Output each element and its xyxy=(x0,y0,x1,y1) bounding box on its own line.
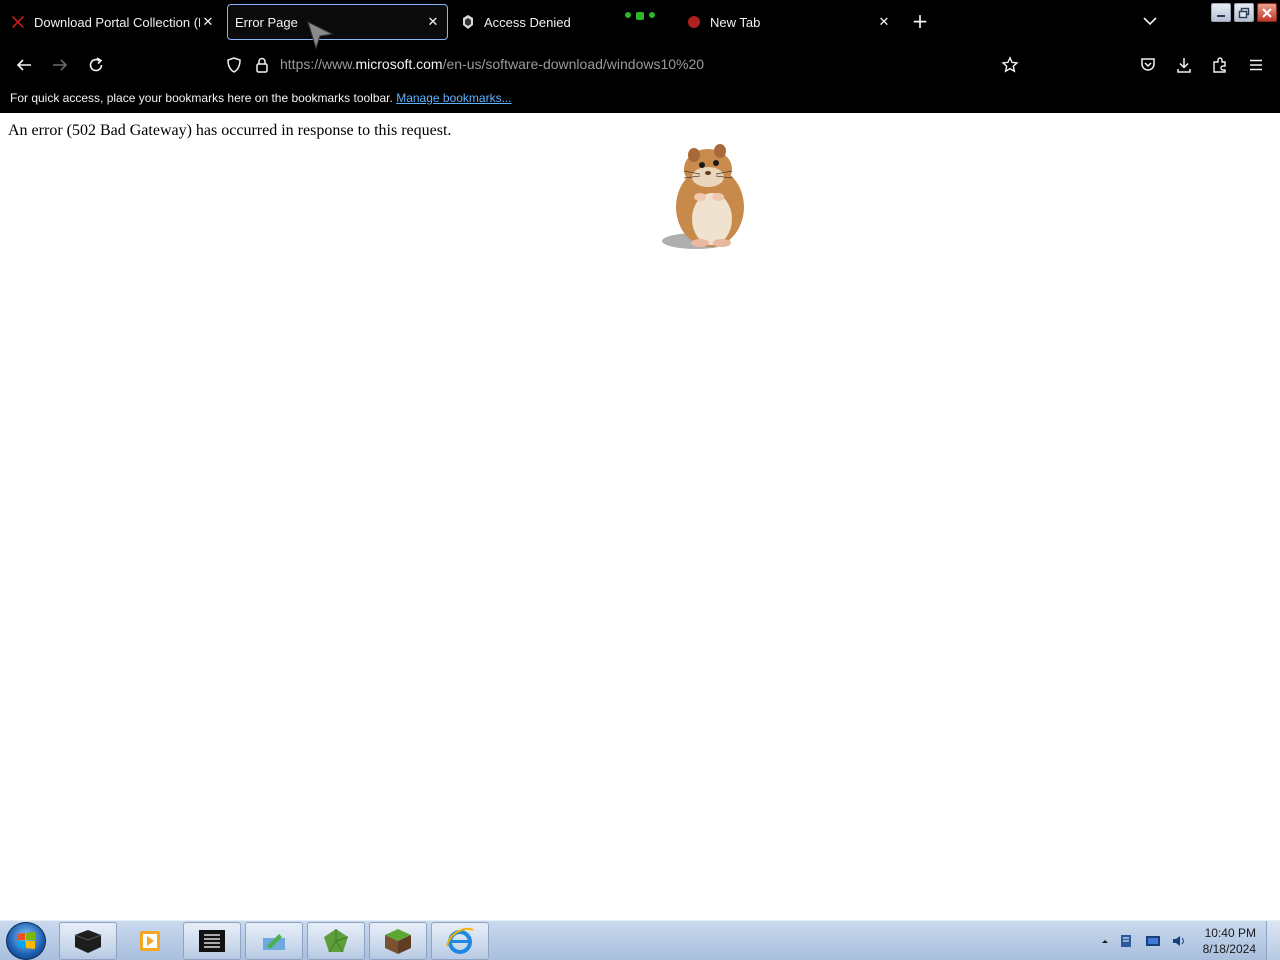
drag-handle-icon[interactable] xyxy=(624,6,656,20)
forward-arrow-icon xyxy=(53,59,68,71)
downloads-icon[interactable] xyxy=(1172,53,1196,77)
taskbar-media-player-app[interactable] xyxy=(121,922,179,960)
bookmarks-toolbar: For quick access, place your bookmarks h… xyxy=(0,86,1280,113)
hamster-image xyxy=(662,144,744,249)
forward-button[interactable] xyxy=(48,53,72,77)
tab-access-denied[interactable]: Access Denied xyxy=(460,4,640,40)
file-manager-icon xyxy=(263,934,285,950)
restore-icon xyxy=(1238,7,1250,18)
url-scheme: https://www. xyxy=(280,56,356,72)
clock[interactable]: 10:40 PM 8/18/2024 xyxy=(1203,925,1256,957)
tracking-protection-shield-icon[interactable] xyxy=(222,53,246,77)
clock-time: 10:40 PM xyxy=(1204,926,1256,940)
reload-button[interactable] xyxy=(84,53,108,77)
tab-title: Access Denied xyxy=(484,14,571,30)
close-window-button[interactable] xyxy=(1257,3,1277,22)
taskbar: 10:40 PM 8/18/2024 xyxy=(0,920,1280,960)
restore-button[interactable] xyxy=(1234,3,1254,22)
new-tab-button[interactable]: + xyxy=(910,9,930,33)
tab-new-tab[interactable]: New Tab ✕ xyxy=(686,4,892,40)
terminal-icon xyxy=(74,930,102,953)
navigation-toolbar: https://www.microsoft.com/en-us/software… xyxy=(0,44,1280,86)
newtab-icon xyxy=(686,14,702,30)
internet-explorer-icon xyxy=(446,927,474,954)
windows-logo-icon xyxy=(17,932,35,949)
tab-download-portal[interactable]: Download Portal Collection (M ✕ xyxy=(10,4,216,40)
gem-icon xyxy=(324,929,349,953)
tab-list-icon[interactable] xyxy=(1140,13,1160,29)
error-message: An error (502 Bad Gateway) has occurred … xyxy=(8,122,452,139)
tab-title: Download Portal Collection (M xyxy=(34,14,200,30)
pocket-icon[interactable] xyxy=(1136,53,1160,77)
taskbar-minecraft-app[interactable] xyxy=(369,922,427,960)
minimize-button[interactable] xyxy=(1211,3,1231,22)
console-icon xyxy=(199,930,225,952)
url-host: microsoft.com xyxy=(355,56,443,72)
network-icon[interactable] xyxy=(1144,932,1162,950)
minecraft-icon xyxy=(385,929,411,954)
menu-icon[interactable] xyxy=(1244,53,1268,77)
mouse-cursor-icon xyxy=(307,21,334,50)
bookmarks-hint-text: For quick access, place your bookmarks h… xyxy=(10,91,393,105)
back-arrow-icon xyxy=(16,59,31,71)
bookmark-star-icon[interactable] xyxy=(998,53,1022,77)
volume-icon[interactable] xyxy=(1170,932,1188,950)
lock-icon[interactable] xyxy=(250,53,274,77)
reload-icon xyxy=(89,57,103,72)
tab-error-page[interactable]: Error Page ✕ xyxy=(227,4,448,40)
show-hidden-icons-icon[interactable] xyxy=(1100,936,1110,946)
access-denied-icon xyxy=(460,14,476,30)
taskbar-internet-explorer-app[interactable] xyxy=(431,922,489,960)
close-tab-icon[interactable]: ✕ xyxy=(425,14,441,30)
address-bar[interactable]: https://www.microsoft.com/en-us/software… xyxy=(280,56,704,72)
taskbar-gem-app[interactable] xyxy=(307,922,365,960)
media-player-icon xyxy=(140,931,160,951)
minimize-icon xyxy=(1217,14,1225,17)
page-content: An error (502 Bad Gateway) has occurred … xyxy=(0,113,1280,920)
manage-bookmarks-link[interactable]: Manage bookmarks... xyxy=(396,91,511,105)
tab-title: New Tab xyxy=(710,14,761,30)
tab-bar: Download Portal Collection (M ✕ Error Pa… xyxy=(0,0,1280,44)
system-tray xyxy=(1100,931,1188,951)
back-button[interactable] xyxy=(12,53,36,77)
clock-date: 8/18/2024 xyxy=(1202,942,1256,956)
close-tab-icon[interactable]: ✕ xyxy=(200,14,216,30)
taskbar-terminal-app[interactable] xyxy=(59,922,117,960)
start-button[interactable] xyxy=(6,922,46,960)
red-x-icon xyxy=(10,14,26,30)
extensions-icon[interactable] xyxy=(1208,53,1232,77)
taskbar-file-manager-app[interactable] xyxy=(245,922,303,960)
close-icon xyxy=(1262,7,1272,18)
url-path: /en-us/software-download/windows10%20 xyxy=(442,56,705,72)
close-tab-icon[interactable]: ✕ xyxy=(876,14,892,30)
action-center-icon[interactable] xyxy=(1118,932,1136,950)
taskbar-console-app[interactable] xyxy=(183,922,241,960)
show-desktop-button[interactable] xyxy=(1266,921,1280,960)
